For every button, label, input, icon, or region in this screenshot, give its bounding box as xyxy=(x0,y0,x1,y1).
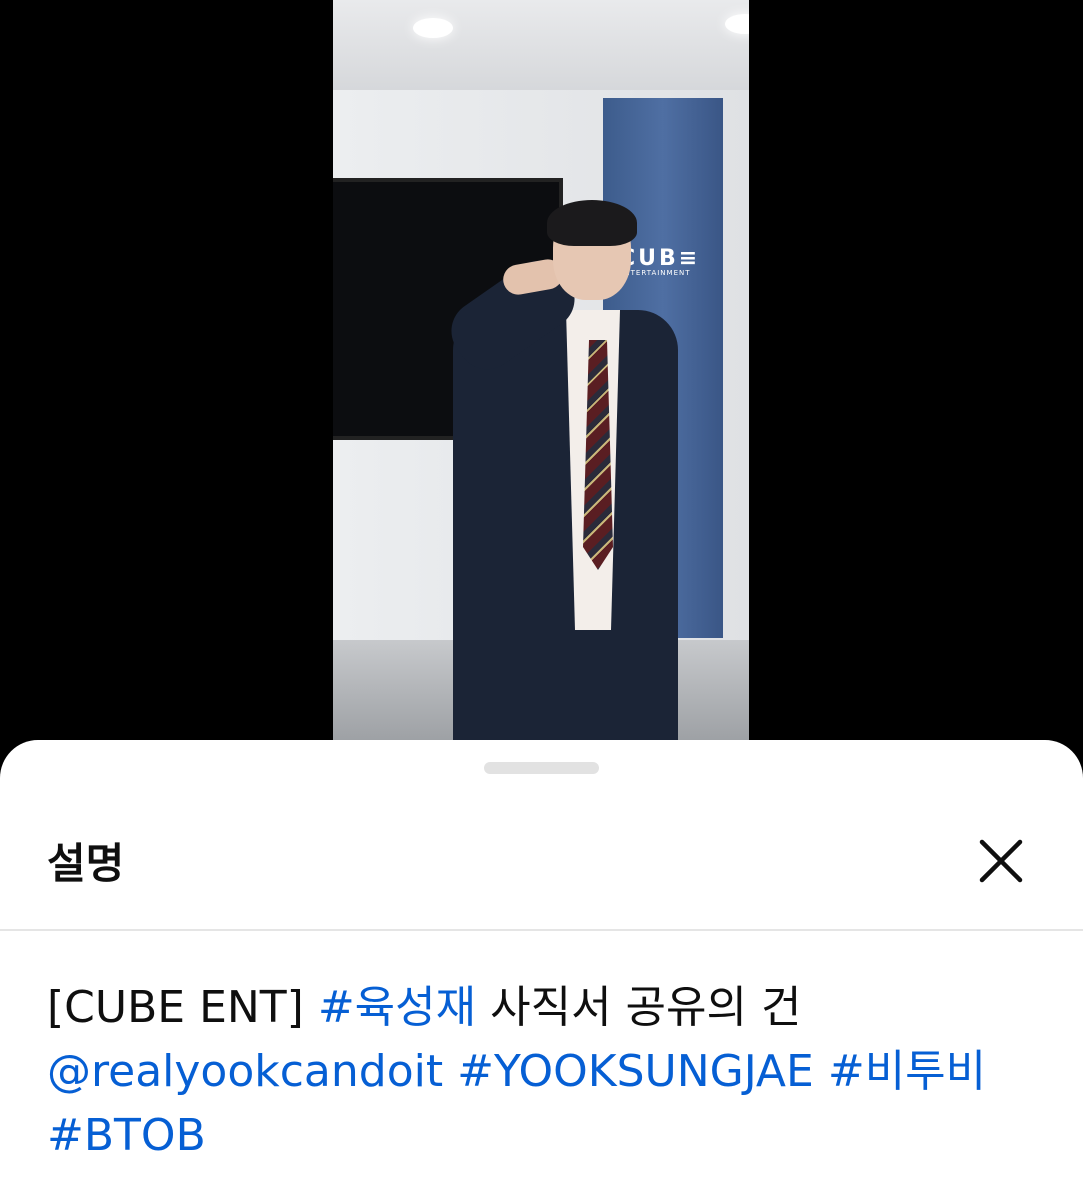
video-player[interactable]: CUB≡ ENTERTAINMENT xyxy=(0,0,1083,760)
mention-link[interactable]: @realyookcandoit xyxy=(47,1046,443,1097)
hashtag-link[interactable]: #육성재 xyxy=(318,982,476,1033)
description-title: 사직서 공유의 건 xyxy=(476,982,802,1033)
ceiling-light xyxy=(413,18,453,38)
person-figure xyxy=(393,200,693,740)
divider xyxy=(0,929,1083,931)
drag-handle[interactable] xyxy=(484,762,599,774)
hashtag-link[interactable]: #YOOKSUNGJAE xyxy=(457,1046,814,1097)
close-icon xyxy=(979,839,1023,883)
hair xyxy=(547,200,637,246)
video-description: [CUBE ENT] #육성재 사직서 공유의 건 @realyookcandoi… xyxy=(47,976,1047,1168)
suit xyxy=(453,310,678,740)
hashtag-link[interactable]: #BTOB xyxy=(47,1110,206,1161)
ceiling xyxy=(333,0,749,90)
description-sheet: 설명 [CUBE ENT] #육성재 사직서 공유의 건 @realyookcan… xyxy=(0,740,1083,1199)
video-frame[interactable]: CUB≡ ENTERTAINMENT xyxy=(333,0,749,740)
sheet-title: 설명 xyxy=(47,839,125,888)
hashtag-link[interactable]: #비투비 xyxy=(828,1046,986,1097)
close-button[interactable] xyxy=(972,832,1030,890)
ceiling-light xyxy=(725,14,749,34)
description-prefix: [CUBE ENT] xyxy=(47,982,318,1033)
